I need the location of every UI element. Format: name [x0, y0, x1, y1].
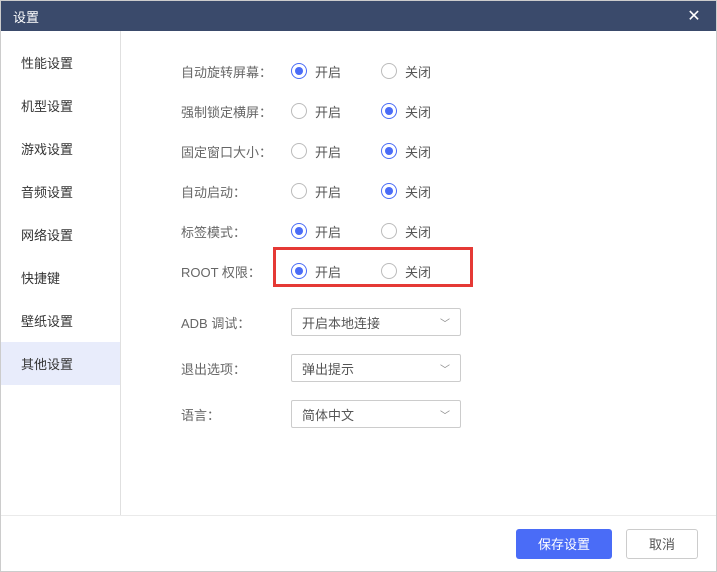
radio-icon	[381, 223, 397, 239]
radio-icon	[291, 263, 307, 279]
radio-off[interactable]: 关闭	[381, 262, 431, 281]
sidebar-item[interactable]: 其他设置	[1, 342, 120, 385]
radio-group: 开启 关闭	[291, 262, 431, 281]
sidebar-item[interactable]: 游戏设置	[1, 127, 120, 170]
setting-row: 自动旋转屏幕： 开启 关闭	[181, 51, 686, 91]
radio-on[interactable]: 开启	[291, 182, 341, 201]
sidebar-item[interactable]: 性能设置	[1, 41, 120, 84]
radio-label: 关闭	[405, 182, 431, 201]
radio-icon	[291, 183, 307, 199]
setting-label: 自动旋转屏幕：	[181, 62, 291, 81]
radio-label: 开启	[315, 222, 341, 241]
titlebar-title: 设置	[13, 7, 39, 26]
sidebar-item[interactable]: 网络设置	[1, 213, 120, 256]
sidebar-item[interactable]: 音频设置	[1, 170, 120, 213]
radio-group: 开启 关闭	[291, 222, 431, 241]
sidebar-item[interactable]: 机型设置	[1, 84, 120, 127]
radio-label: 关闭	[405, 262, 431, 281]
radio-icon	[381, 183, 397, 199]
setting-label: 语言：	[181, 405, 291, 424]
select-dropdown[interactable]: 弹出提示 ﹀	[291, 354, 461, 382]
radio-icon	[381, 143, 397, 159]
radio-label: 关闭	[405, 222, 431, 241]
settings-window: 设置 ✕ 性能设置机型设置游戏设置音频设置网络设置快捷键壁纸设置其他设置 自动旋…	[0, 0, 717, 572]
setting-label: 强制锁定横屏：	[181, 102, 291, 121]
setting-label: 自动启动：	[181, 182, 291, 201]
radio-icon	[291, 103, 307, 119]
setting-row: 语言： 简体中文 ﹀	[181, 391, 686, 437]
radio-group: 开启 关闭	[291, 62, 431, 81]
setting-row: 固定窗口大小： 开启 关闭	[181, 131, 686, 171]
radio-label: 开启	[315, 102, 341, 121]
sidebar-item[interactable]: 壁纸设置	[1, 299, 120, 342]
radio-label: 关闭	[405, 102, 431, 121]
radio-label: 关闭	[405, 142, 431, 161]
radio-label: 开启	[315, 262, 341, 281]
select-dropdown[interactable]: 开启本地连接 ﹀	[291, 308, 461, 336]
radio-off[interactable]: 关闭	[381, 62, 431, 81]
radio-label: 开启	[315, 142, 341, 161]
chevron-down-icon: ﹀	[440, 407, 450, 422]
radio-off[interactable]: 关闭	[381, 142, 431, 161]
radio-off[interactable]: 关闭	[381, 222, 431, 241]
setting-label: ROOT 权限：	[181, 262, 291, 281]
select-value: 开启本地连接	[302, 313, 380, 332]
titlebar: 设置 ✕	[1, 1, 716, 31]
setting-row: ADB 调试： 开启本地连接 ﹀	[181, 299, 686, 345]
radio-label: 开启	[315, 182, 341, 201]
close-icon[interactable]: ✕	[684, 6, 704, 26]
radio-label: 开启	[315, 62, 341, 81]
radio-group: 开启 关闭	[291, 142, 431, 161]
radio-on[interactable]: 开启	[291, 222, 341, 241]
footer: 保存设置 取消	[1, 515, 716, 571]
select-value: 弹出提示	[302, 359, 354, 378]
cancel-button[interactable]: 取消	[626, 529, 698, 559]
radio-icon	[291, 223, 307, 239]
radio-icon	[381, 103, 397, 119]
save-button[interactable]: 保存设置	[516, 529, 612, 559]
sidebar: 性能设置机型设置游戏设置音频设置网络设置快捷键壁纸设置其他设置	[1, 31, 121, 515]
setting-row: ROOT 权限： 开启 关闭	[181, 251, 686, 291]
radio-off[interactable]: 关闭	[381, 102, 431, 121]
radio-icon	[291, 63, 307, 79]
radio-group: 开启 关闭	[291, 182, 431, 201]
content: 自动旋转屏幕：开启关闭强制锁定横屏：开启关闭固定窗口大小：开启关闭自动启动：开启…	[121, 31, 716, 515]
setting-row: 自动启动： 开启 关闭	[181, 171, 686, 211]
chevron-down-icon: ﹀	[440, 315, 450, 330]
setting-label: ADB 调试：	[181, 313, 291, 332]
radio-on[interactable]: 开启	[291, 62, 341, 81]
radio-label: 关闭	[405, 62, 431, 81]
sidebar-item[interactable]: 快捷键	[1, 256, 120, 299]
setting-label: 固定窗口大小：	[181, 142, 291, 161]
radio-on[interactable]: 开启	[291, 262, 341, 281]
body: 性能设置机型设置游戏设置音频设置网络设置快捷键壁纸设置其他设置 自动旋转屏幕：开…	[1, 31, 716, 515]
setting-row: 退出选项： 弹出提示 ﹀	[181, 345, 686, 391]
setting-row: 强制锁定横屏： 开启 关闭	[181, 91, 686, 131]
select-dropdown[interactable]: 简体中文 ﹀	[291, 400, 461, 428]
radio-icon	[381, 63, 397, 79]
radio-on[interactable]: 开启	[291, 142, 341, 161]
radio-on[interactable]: 开启	[291, 102, 341, 121]
radio-off[interactable]: 关闭	[381, 182, 431, 201]
radio-group: 开启 关闭	[291, 102, 431, 121]
radio-icon	[381, 263, 397, 279]
setting-row: 标签模式： 开启 关闭	[181, 211, 686, 251]
setting-label: 标签模式：	[181, 222, 291, 241]
select-value: 简体中文	[302, 405, 354, 424]
chevron-down-icon: ﹀	[440, 361, 450, 376]
radio-icon	[291, 143, 307, 159]
setting-label: 退出选项：	[181, 359, 291, 378]
